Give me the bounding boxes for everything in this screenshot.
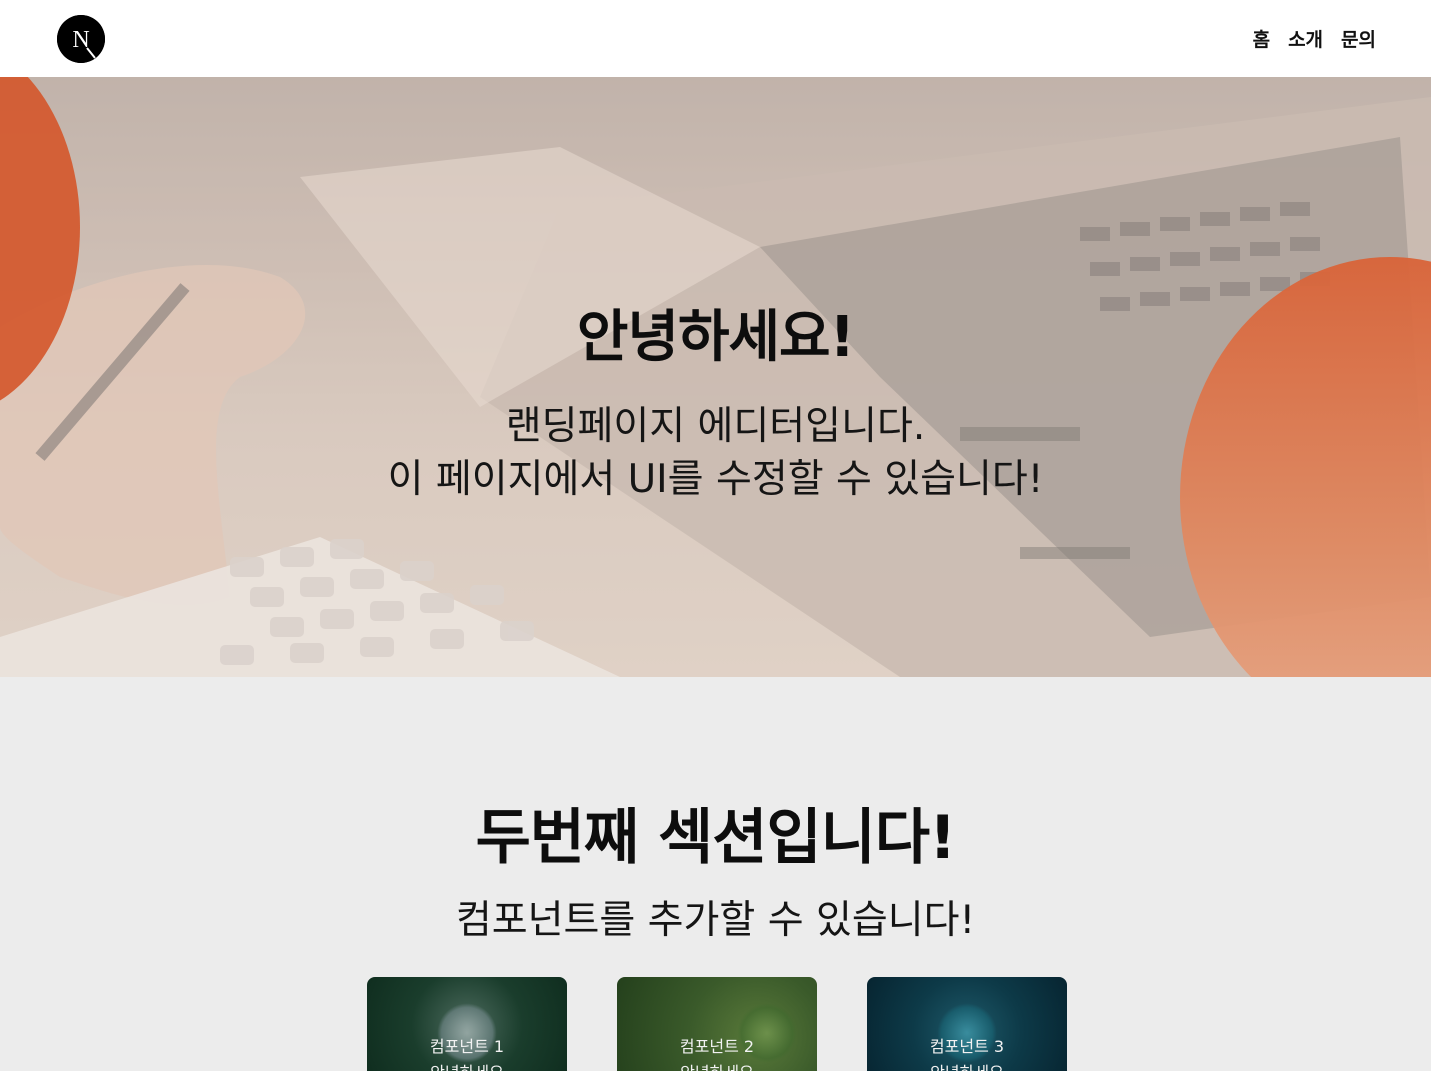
hero-subtitle-line1: 랜딩페이지 에디터입니다. (505, 404, 926, 449)
card-title: 컴포넌트 1 (429, 1037, 505, 1056)
hero-title: 안녕하세요! (576, 305, 855, 370)
card-text: 안녕하세요 (367, 1059, 567, 1071)
card-text: 안녕하세요 (867, 1059, 1067, 1071)
component-card-2[interactable]: 컴포넌트 2 안녕하세요 (617, 977, 817, 1071)
main-nav: 홈 소개 문의 (1253, 25, 1376, 52)
component-card-1[interactable]: 컴포넌트 1 안녕하세요 (367, 977, 567, 1071)
card-title: 컴포넌트 3 (929, 1037, 1005, 1056)
nav-item-about[interactable]: 소개 (1288, 25, 1323, 52)
nav-item-contact[interactable]: 문의 (1341, 25, 1376, 52)
second-section: 두번째 섹션입니다! 컴포넌트를 추가할 수 있습니다! 컴포넌트 1 안녕하세… (0, 677, 1431, 1071)
nav-item-home[interactable]: 홈 (1253, 25, 1270, 52)
section-title: 두번째 섹션입니다! (475, 803, 957, 873)
card-title: 컴포넌트 2 (679, 1037, 755, 1056)
hero-section: 안녕하세요! 랜딩페이지 에디터입니다. 이 페이지에서 UI를 수정할 수 있… (0, 77, 1431, 677)
hero-subtitle-line2: 이 페이지에서 UI를 수정할 수 있습니다! (387, 457, 1044, 502)
card-text: 안녕하세요 (617, 1059, 817, 1071)
nextjs-logo-icon[interactable]: N (57, 14, 105, 63)
component-cards: 컴포넌트 1 안녕하세요 컴포넌트 2 안녕하세요 컴포넌트 3 안녕하세요 (367, 977, 1067, 1071)
site-header: N 홈 소개 문의 (0, 0, 1431, 77)
component-card-3[interactable]: 컴포넌트 3 안녕하세요 (867, 977, 1067, 1071)
section-subtitle: 컴포넌트를 추가할 수 있습니다! (455, 898, 976, 943)
logo-glyph: N (57, 14, 105, 63)
